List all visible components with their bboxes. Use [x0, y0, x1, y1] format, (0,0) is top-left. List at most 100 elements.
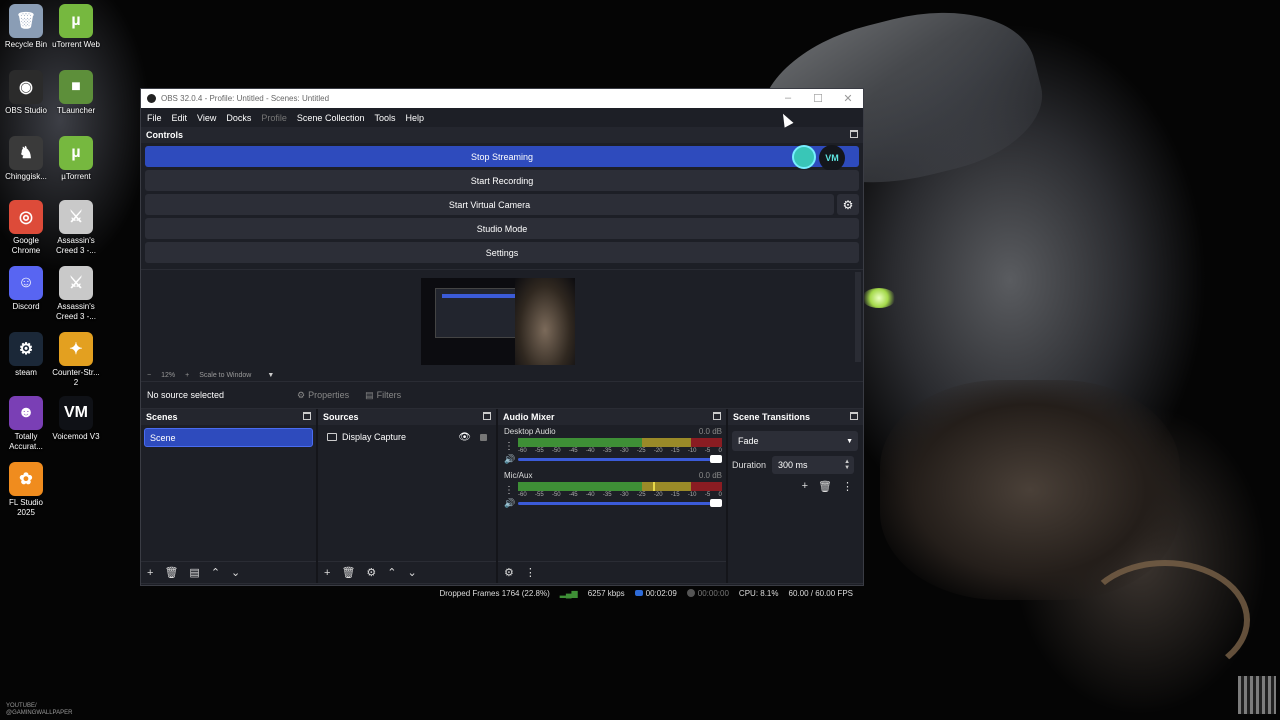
desktop-shortcut[interactable]: ◉ OBS Studio [0, 70, 52, 116]
float-dock-icon[interactable] [850, 412, 858, 420]
lock-icon[interactable] [480, 433, 487, 441]
speaker-icon[interactable]: 🔊 [504, 498, 515, 509]
add-source-plus-icon[interactable]: + [324, 567, 330, 579]
preview-zoom-bar: − 12% + Scale to Window ▼ [141, 369, 863, 381]
start-virtual-camera-button[interactable]: Start Virtual Camera [145, 194, 834, 215]
desktop-shortcut[interactable]: ☻ Totally Accurat... [0, 396, 52, 452]
menu-tools[interactable]: Tools [374, 113, 395, 123]
mixer-toolbar: ⚙ ⋮ [498, 561, 726, 583]
move-up-icon[interactable]: ⌃ [387, 566, 396, 579]
sources-toolbar: + 🗑 ⚙ ⌃ ⌄ [318, 561, 496, 583]
float-dock-icon[interactable] [713, 412, 721, 420]
transition-select[interactable]: Fade ▼ [732, 431, 858, 451]
desktop-shortcut[interactable]: µ uTorrent Web [50, 4, 102, 50]
channel-db: 0.0 dB [698, 427, 722, 436]
duration-label: Duration [732, 460, 767, 470]
settings-button[interactable]: Settings [145, 242, 859, 263]
float-dock-icon[interactable] [483, 412, 491, 420]
move-down-icon[interactable]: ⌄ [231, 566, 240, 579]
advanced-audio-gear-icon[interactable]: ⚙ [504, 566, 514, 579]
duration-input[interactable]: 300 ms ▲ ▼ [772, 456, 855, 474]
desktop-shortcut[interactable]: ■ TLauncher [50, 70, 102, 116]
stop-streaming-button[interactable]: Stop Streaming VM [145, 145, 859, 171]
volume-slider-knob[interactable] [710, 455, 722, 463]
channel-db: 0.0 dB [698, 471, 722, 480]
float-dock-icon[interactable] [850, 130, 858, 138]
source-list-item[interactable]: Display Capture 👁 [321, 428, 493, 446]
add-transition-plus-icon[interactable]: + [802, 480, 808, 493]
menu-scene-collection[interactable]: Scene Collection [297, 113, 365, 123]
desktop-shortcut[interactable]: ⚔ Assassin's Creed 3 -... [50, 266, 102, 322]
move-down-icon[interactable]: ⌄ [408, 566, 417, 579]
desktop-shortcut-label: Assassin's Creed 3 -... [55, 302, 96, 321]
float-dock-icon[interactable] [303, 412, 311, 420]
scene-transitions-dock: Scene Transitions Fade ▼ Duration 300 ms… [728, 409, 863, 583]
channel-menu-icon[interactable]: ⋮ [504, 485, 514, 496]
start-recording-button[interactable]: Start Recording [145, 170, 859, 191]
desktop-shortcut[interactable]: ♞ Chinggisk... [0, 136, 52, 182]
properties-button[interactable]: ⚙ Properties [291, 387, 355, 404]
minimize-button[interactable]: – [773, 92, 803, 105]
remove-scene-trash-icon[interactable]: 🗑 [164, 566, 178, 579]
assassins-creed-icon: ⚔ [59, 200, 93, 234]
desktop-shortcut[interactable]: ☺ Discord [0, 266, 52, 312]
zoom-out-button[interactable]: − [147, 372, 151, 379]
desktop-shortcut-label: Assassin's Creed 3 -... [55, 236, 96, 255]
maximize-button[interactable]: ☐ [803, 92, 833, 105]
meter-tick-label: -40 [585, 492, 595, 498]
studio-mode-button[interactable]: Studio Mode [145, 218, 859, 239]
desktop-shortcut[interactable]: 🗑 Recycle Bin [0, 4, 52, 50]
properties-label: Properties [308, 390, 350, 400]
channel-name: Desktop Audio [504, 427, 556, 436]
menu-bar: File Edit View Docks Profile Scene Colle… [141, 108, 863, 127]
virtual-camera-settings-gear-icon[interactable]: ⚙ [837, 194, 859, 215]
channel-menu-icon[interactable]: ⋮ [504, 441, 514, 452]
desktop-shortcut[interactable]: µ µTorrent [50, 136, 102, 182]
desktop-shortcut[interactable]: ◎ Google Chrome [0, 200, 52, 256]
scene-list-item[interactable]: Scene [144, 428, 313, 447]
no-source-label: No source selected [147, 390, 225, 400]
preview-canvas[interactable] [141, 269, 863, 369]
scale-dropdown-icon[interactable]: ▼ [267, 372, 274, 379]
scene-filters-icon[interactable]: ▤ [189, 566, 199, 579]
streaming-icon [634, 590, 643, 597]
remove-transition-trash-icon[interactable]: 🗑 [818, 480, 832, 493]
utorrent-icon: µ [59, 136, 93, 170]
move-up-icon[interactable]: ⌃ [211, 566, 220, 579]
desktop-shortcut-label: Chinggisk... [5, 172, 47, 181]
volume-slider[interactable] [518, 455, 722, 463]
recycle-bin-icon: 🗑 [9, 4, 43, 38]
volume-slider[interactable] [518, 499, 722, 507]
speaker-icon[interactable]: 🔊 [504, 454, 515, 465]
cpu-usage: CPU: 8.1% [738, 588, 779, 598]
desktop-shortcut[interactable]: ✦ Counter-Str... 2 [50, 332, 102, 388]
remove-source-trash-icon[interactable]: 🗑 [341, 566, 355, 579]
visibility-eye-icon[interactable]: 👁 [458, 432, 471, 443]
zoom-in-button[interactable]: + [185, 372, 189, 379]
menu-edit[interactable]: Edit [172, 113, 188, 123]
desktop-shortcut[interactable]: ⚔ Assassin's Creed 3 -... [50, 200, 102, 256]
menu-docks[interactable]: Docks [226, 113, 251, 123]
transition-menu-icon[interactable]: ⋮ [842, 480, 853, 493]
close-button[interactable]: ✕ [833, 92, 863, 105]
menu-profile[interactable]: Profile [261, 113, 287, 123]
volume-slider-knob[interactable] [710, 499, 722, 507]
desktop-shortcut[interactable]: VM Voicemod V3 [50, 396, 102, 442]
add-scene-plus-icon[interactable]: + [147, 567, 153, 579]
voicemod-logo-icon: VM [819, 145, 845, 171]
source-properties-gear-icon[interactable]: ⚙ [366, 566, 376, 579]
filters-button[interactable]: ▤ Filters [359, 387, 407, 404]
desktop-shortcut-label: Counter-Str... 2 [52, 368, 100, 387]
menu-help[interactable]: Help [405, 113, 424, 123]
title-bar[interactable]: OBS 32.0.4 - Profile: Untitled - Scenes:… [141, 89, 863, 108]
duration-spinner-icon[interactable]: ▲ ▼ [844, 459, 850, 471]
desktop-shortcut[interactable]: ✿ FL Studio 2025 [0, 462, 52, 518]
desktop-shortcut-label: OBS Studio [5, 106, 47, 115]
transitions-title: Scene Transitions [733, 412, 811, 422]
preview-scrollbar[interactable] [855, 272, 861, 362]
menu-view[interactable]: View [197, 113, 216, 123]
mixer-menu-icon[interactable]: ⋮ [525, 566, 536, 579]
scale-mode-select[interactable]: Scale to Window [199, 372, 251, 379]
menu-file[interactable]: File [147, 113, 162, 123]
desktop-shortcut[interactable]: ⚙ steam [0, 332, 52, 378]
